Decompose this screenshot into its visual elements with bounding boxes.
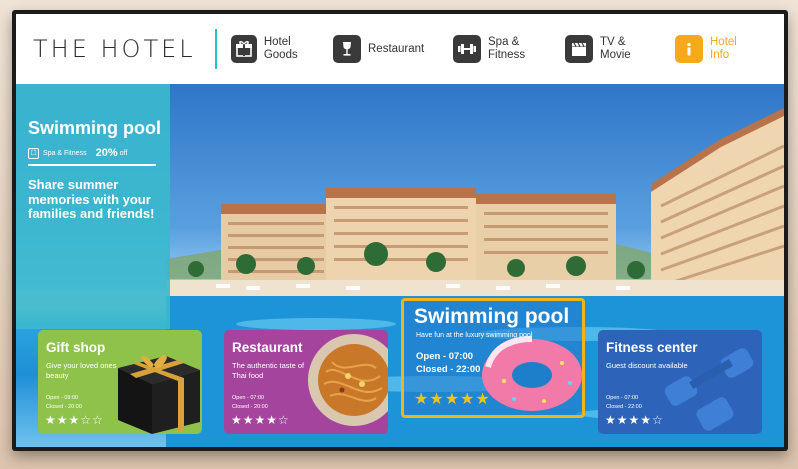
pasta-plate-image bbox=[308, 334, 388, 426]
nav-label-spa-fitness: Spa & Fitness bbox=[488, 36, 526, 61]
nav-tv-movie[interactable]: TV & Movie bbox=[565, 27, 675, 71]
info-icon bbox=[675, 35, 703, 63]
card-close-time: Closed - 20:00 bbox=[46, 404, 82, 410]
nav-hotel-info[interactable]: Hotel Info bbox=[675, 27, 784, 71]
nav-label-tv-movie: TV & Movie bbox=[600, 36, 631, 61]
card-close-time: Closed - 20:00 bbox=[232, 404, 268, 410]
card-open-time: Open - 07:00 bbox=[232, 395, 265, 401]
card-description: Give your loved ones beauty bbox=[46, 361, 117, 380]
featured-hours: Open - 07:00 Closed - 22:00 bbox=[416, 350, 480, 376]
card-description: The authentic taste of Thai food bbox=[232, 361, 305, 380]
featured-rating-stars: ★★★★★ bbox=[414, 391, 491, 408]
promo-discount: 20% bbox=[95, 147, 118, 159]
card-hours: Open - 07:00 Closed - 22:00 bbox=[606, 394, 642, 412]
card-rating-stars: ★★★★☆ bbox=[231, 413, 290, 427]
gift-box-image bbox=[118, 355, 200, 434]
card-rating-stars: ★★★★☆ bbox=[605, 413, 664, 427]
nav-label-hotel-goods: Hotel Goods bbox=[263, 36, 298, 61]
card-swimming-pool-featured[interactable]: Swimming pool Have fun at the luxury swi… bbox=[401, 298, 585, 418]
featured-title: Swimming pool bbox=[414, 305, 570, 328]
card-rating-stars: ★★★☆☆ bbox=[45, 413, 104, 427]
nav-label-hotel-info: Hotel Info bbox=[710, 36, 737, 61]
promo-title: Swimming pool bbox=[28, 118, 161, 138]
nav-label-restaurant: Restaurant bbox=[368, 42, 425, 55]
featured-description: Have fun at the luxury swimming pool bbox=[416, 332, 533, 339]
promo-tag: ☐ Spa & Fitness 20% off bbox=[28, 147, 156, 166]
card-hours: Open - 09:00 Closed - 20:00 bbox=[46, 394, 82, 412]
card-fitness-center[interactable]: Fitness center Guest discount available … bbox=[598, 330, 762, 434]
featured-open-time: Open - 07:00 bbox=[416, 351, 474, 362]
gift-icon bbox=[231, 35, 257, 63]
promo-discount-suffix: off bbox=[119, 149, 128, 157]
promo-tag-label: Spa & Fitness bbox=[43, 149, 87, 157]
spa-tag-icon: ☐ bbox=[28, 147, 39, 159]
card-open-time: Open - 09:00 bbox=[46, 395, 79, 401]
top-nav-bar: THE HOTEL Hotel Goods Restaurant Spa & F… bbox=[16, 14, 784, 84]
card-hours: Open - 07:00 Closed - 20:00 bbox=[232, 394, 268, 412]
clapperboard-icon bbox=[565, 35, 593, 63]
card-open-time: Open - 07:00 bbox=[606, 395, 639, 401]
wine-glass-icon bbox=[333, 35, 361, 63]
card-title: Gift shop bbox=[46, 340, 106, 355]
card-title: Restaurant bbox=[232, 340, 303, 355]
card-close-time: Closed - 22:00 bbox=[606, 404, 642, 410]
card-restaurant[interactable]: Restaurant The authentic taste of Thai f… bbox=[224, 330, 388, 434]
tv-frame: THE HOTEL Hotel Goods Restaurant Spa & F… bbox=[12, 10, 788, 451]
tv-screen: THE HOTEL Hotel Goods Restaurant Spa & F… bbox=[16, 14, 784, 447]
card-gift-shop[interactable]: Gift shop Give your loved ones beauty Op… bbox=[38, 330, 202, 434]
nav-restaurant[interactable]: Restaurant bbox=[333, 27, 453, 71]
card-title: Fitness center bbox=[606, 340, 698, 355]
featured-close-time: Closed - 22:00 bbox=[416, 364, 481, 375]
dumbbell-icon bbox=[453, 35, 481, 63]
nav-hotel-goods[interactable]: Hotel Goods bbox=[231, 27, 333, 71]
promo-description: Share summer memories with your families… bbox=[28, 177, 155, 221]
promo-panel[interactable]: Swimming pool ☐ Spa & Fitness 20% off Sh… bbox=[16, 84, 170, 329]
main-nav: Hotel Goods Restaurant Spa & Fitness TV … bbox=[231, 27, 784, 71]
hotel-logo: THE HOTEL bbox=[33, 35, 196, 63]
nav-spa-fitness[interactable]: Spa & Fitness bbox=[453, 27, 565, 71]
card-description: Guest discount available bbox=[606, 361, 688, 370]
brand-divider bbox=[215, 29, 217, 69]
